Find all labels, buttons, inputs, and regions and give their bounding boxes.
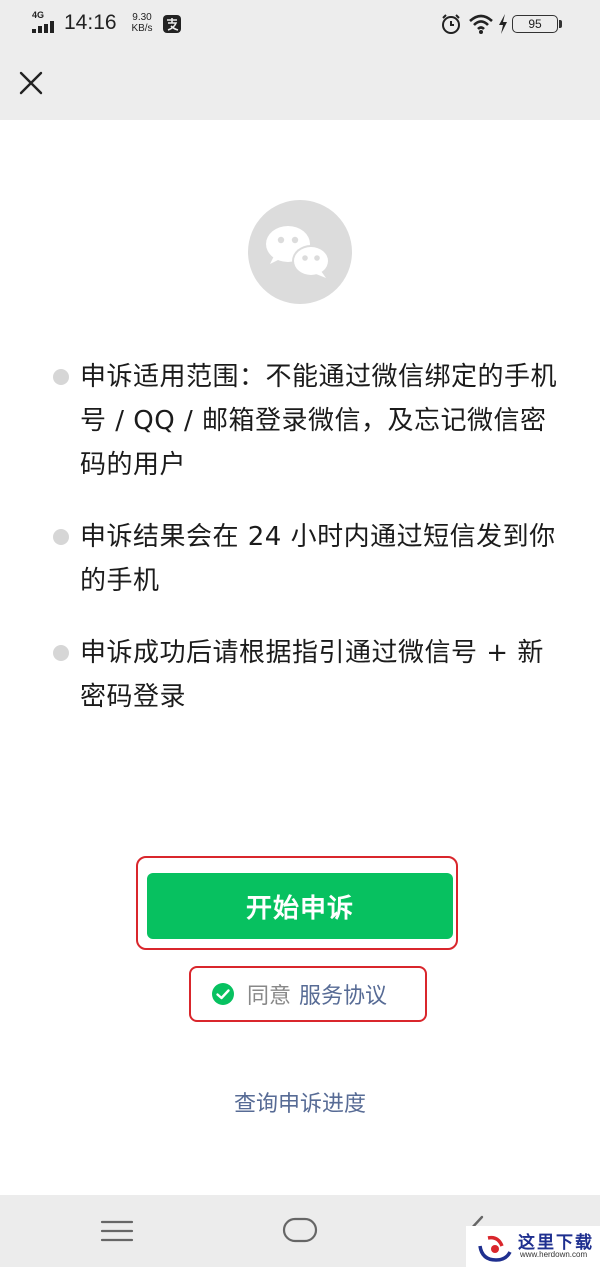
net-speed-unit: KB/s (131, 23, 153, 34)
net-speed: 9.30 KB/s (126, 12, 158, 34)
check-circle-icon[interactable] (211, 982, 235, 1006)
wechat-logo (248, 200, 352, 304)
net-speed-value: 9.30 (132, 12, 152, 23)
watermark-url: www.herdown.com (520, 1250, 588, 1259)
rule-item: 申诉结果会在 24 小时内通过短信发到你的手机 (50, 515, 570, 603)
close-icon (19, 71, 43, 95)
wechat-logo-icon (266, 226, 330, 278)
query-progress-link[interactable]: 查询申诉进度 (0, 1086, 600, 1118)
menu-icon[interactable] (100, 1217, 134, 1245)
network-type-label: 4G (32, 10, 45, 20)
rule-item: 申诉成功后请根据指引通过微信号 + 新密码登录 (50, 631, 570, 719)
alarm-icon (442, 14, 460, 34)
site-watermark: 这里下载 www.herdown.com (466, 1226, 600, 1267)
rule-item: 申诉适用范围：不能通过微信绑定的手机号 / QQ / 邮箱登录微信，及忘记微信密… (50, 355, 570, 487)
status-bar: 4G 14:16 9.30 KB/s 95 (0, 0, 600, 50)
rule-text: 申诉成功后请根据指引通过微信号 + 新密码登录 (80, 638, 544, 712)
start-appeal-button[interactable]: 开始申诉 (147, 873, 453, 939)
rule-text: 申诉结果会在 24 小时内通过短信发到你的手机 (80, 522, 556, 596)
charging-icon (499, 14, 507, 34)
service-agreement-link[interactable]: 服务协议 (299, 978, 387, 1010)
agree-row: 同意 服务协议 (211, 978, 387, 1010)
close-button[interactable] (12, 64, 50, 102)
status-bar-right: 95 (440, 11, 570, 37)
bullet-dot-icon (53, 529, 69, 545)
alipay-icon (163, 15, 181, 33)
start-button-highlight: 开始申诉 (136, 856, 458, 950)
status-time: 14:16 (64, 11, 117, 34)
agree-highlight: 同意 服务协议 (189, 966, 427, 1022)
appeal-screen: 4G 14:16 9.30 KB/s 95 申诉适用范围：不能通过微信绑定的手机… (0, 0, 600, 1267)
battery-tip (559, 20, 562, 28)
battery-level: 95 (512, 15, 558, 33)
watermark-logo-icon (478, 1235, 512, 1262)
bullet-dot-icon (53, 369, 69, 385)
nav-bar (0, 50, 600, 120)
wifi-icon (469, 14, 493, 34)
home-icon[interactable] (282, 1217, 318, 1243)
agree-label: 同意 (247, 984, 292, 1009)
rule-text: 申诉适用范围：不能通过微信绑定的手机号 / QQ / 邮箱登录微信，及忘记微信密… (80, 362, 558, 480)
battery-icon: 95 (512, 15, 562, 33)
bullet-dot-icon (53, 645, 69, 661)
appeal-rules-list: 申诉适用范围：不能通过微信绑定的手机号 / QQ / 邮箱登录微信，及忘记微信密… (50, 355, 570, 747)
signal-icon (32, 21, 54, 33)
